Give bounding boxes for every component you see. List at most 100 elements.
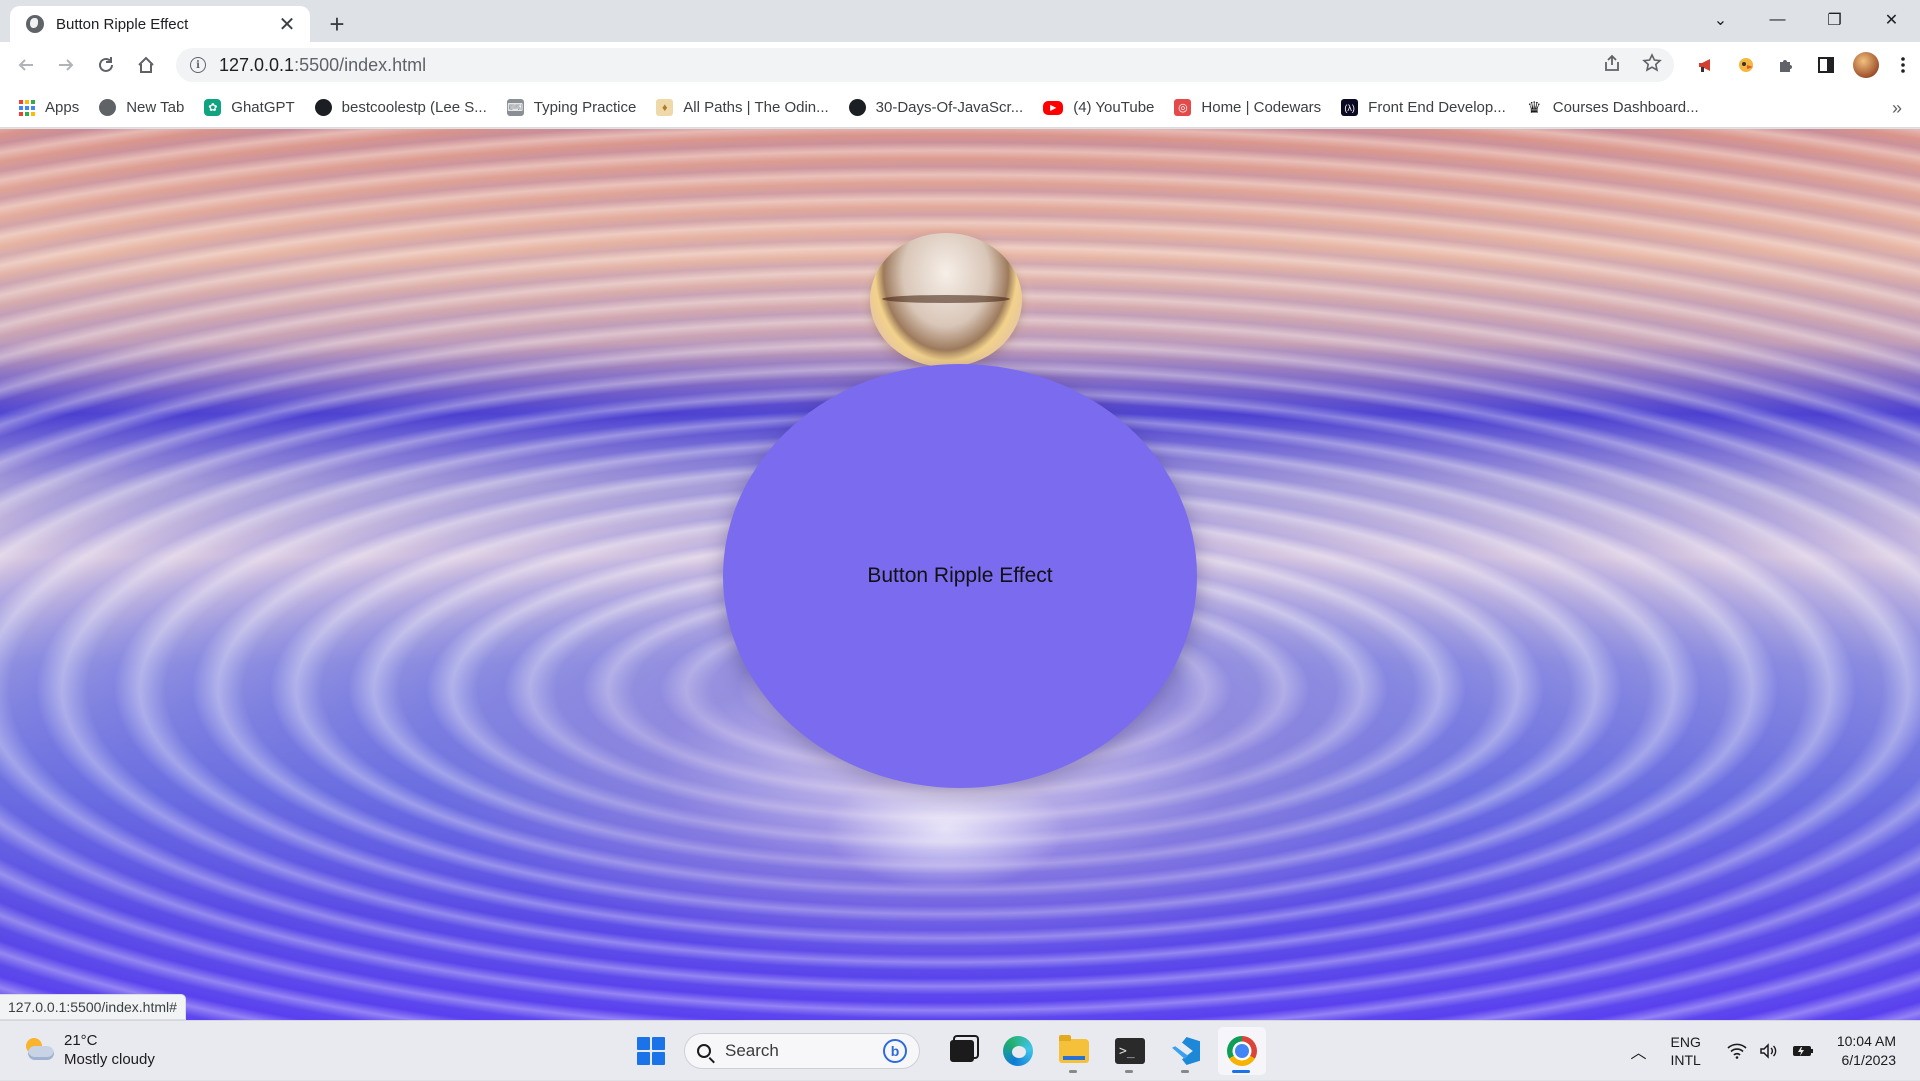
search-label: Search [725,1041,779,1060]
reload-icon [99,57,113,72]
bookmark-odin-project[interactable]: ♦ All Paths | The Odin... [656,99,829,116]
bookmark-30-days-js[interactable]: 30-Days-Of-JavaScr... [848,99,1024,116]
browser-tab[interactable]: Button Ripple Effect ✕ [10,6,310,42]
toucan-extension-icon[interactable] [1726,45,1766,85]
bookmark-new-tab[interactable]: New Tab [99,99,184,116]
bookmark-codewars[interactable]: ◎ Home | Codewars [1174,99,1321,116]
link-status-bubble: 127.0.0.1:5500/index.html# [0,994,186,1020]
youtube-icon: ▶ [1043,100,1064,115]
folder-icon [1059,1035,1089,1063]
bookmark-label: Courses Dashboard... [1552,99,1699,116]
bookmark-label: Home | Codewars [1201,99,1322,116]
address-bar-actions [1600,48,1664,82]
profile-avatar[interactable] [1846,45,1886,85]
partly-cloudy-icon [22,1037,54,1063]
bookmark-label: Front End Develop... [1368,99,1506,116]
back-arrow-icon [18,59,33,71]
reload-button[interactable] [86,45,126,85]
odin-icon: ♦ [656,99,674,116]
taskbar-apps: Search b >_ [628,1027,1270,1075]
url-path: :5500/index.html [294,54,427,75]
input-language-indicator[interactable]: ENG INTL [1671,1033,1701,1069]
task-view-button[interactable] [938,1027,986,1075]
bookmark-label: GhatGPT [231,99,295,116]
bookmark-chatgpt[interactable]: ✿ GhatGPT [204,99,295,116]
bookmarks-bar: Apps New Tab ✿ GhatGPT bestcoolestp (Lee… [0,88,1920,128]
taskbar-search[interactable]: Search b [684,1033,920,1069]
close-window-button[interactable]: ✕ [1863,0,1920,40]
show-hidden-icons-chevron-icon[interactable]: ︿ [1630,1039,1646,1063]
weather-temperature: 21°C [64,1032,98,1049]
page-viewport: Button Ripple Effect 127.0.0.1:5500/inde… [0,129,1920,1020]
bookmark-label: (4) YouTube [1073,99,1155,116]
url-text[interactable]: 127.0.0.1:5500/index.html [219,55,426,76]
bookmark-label: All Paths | The Odin... [683,99,829,116]
bookmark-star-icon[interactable] [1640,52,1664,78]
clock-date: 6/1/2023 [1841,1052,1897,1068]
search-icon [697,1044,711,1058]
keyboard-layout: INTL [1670,1052,1701,1068]
bing-icon[interactable]: b [883,1039,907,1063]
windows-taskbar: 21°C Mostly cloudy Search b >_ ︿ ENG INT… [0,1020,1920,1080]
tab-search-button[interactable]: ⌄ [1692,0,1749,40]
vscode-icon [1172,1037,1200,1065]
bookmark-apps[interactable]: Apps [18,99,79,116]
terminal-icon: >_ [1115,1038,1145,1064]
window-controls: ⌄ — ❐ ✕ [1692,0,1920,40]
github-icon [314,99,332,116]
bookmark-freecodecamp[interactable]: (λ) Front End Develop... [1341,99,1506,116]
wifi-icon [1727,1043,1747,1059]
codewars-icon: ◎ [1174,99,1192,116]
file-explorer-app[interactable] [1050,1027,1098,1075]
bookmark-label: Typing Practice [533,99,637,116]
home-button[interactable] [126,45,166,85]
language-code: ENG [1670,1034,1701,1050]
bookmark-label: New Tab [126,99,185,116]
vscode-app[interactable] [1162,1027,1210,1075]
chrome-app[interactable] [1218,1027,1266,1075]
clock-time: 10:04 AM [1836,1033,1896,1049]
restore-button[interactable]: ❐ [1806,0,1863,40]
start-button[interactable] [628,1028,674,1074]
ripple-effect-button[interactable]: Button Ripple Effect [723,364,1197,788]
extensions-puzzle-icon[interactable] [1766,45,1806,85]
megaphone-extension-icon[interactable] [1686,45,1726,85]
bookmark-github-profile[interactable]: bestcoolestp (Lee S... [314,99,487,116]
avatar [1853,52,1879,78]
close-tab-icon[interactable]: ✕ [276,13,298,36]
bookmark-courses-dashboard[interactable]: ♛ Courses Dashboard... [1526,99,1699,117]
bookmark-typing-practice[interactable]: ⌨ Typing Practice [506,99,637,116]
share-icon[interactable] [1600,54,1624,77]
volume-icon [1760,1043,1777,1059]
edge-icon [1003,1036,1033,1066]
site-info-icon[interactable]: i [190,57,206,73]
task-view-icon [950,1040,974,1062]
github-icon [848,99,866,116]
system-clock[interactable]: 10:04 AM 6/1/2023 [1837,1032,1896,1070]
weather-widget[interactable]: 21°C Mostly cloudy [22,1031,155,1069]
battery-charging-icon [1792,1046,1813,1056]
minimize-button[interactable]: — [1749,0,1806,40]
bookmarks-overflow-icon[interactable]: » [1892,98,1902,119]
browser-toolbar: i 127.0.0.1:5500/index.html [0,42,1920,88]
globe-icon [26,15,44,33]
new-tab-button[interactable]: + [322,9,352,39]
bookmark-youtube[interactable]: ▶ (4) YouTube [1043,99,1154,116]
address-bar[interactable]: i 127.0.0.1:5500/index.html [176,48,1674,82]
forward-button[interactable] [46,45,86,85]
terminal-app[interactable]: >_ [1106,1027,1154,1075]
weather-condition: Mostly cloudy [64,1051,155,1068]
system-tray: ︿ ENG INTL 10:04 AM 6/1/2023 [1630,1021,1920,1081]
bookmark-label: 30-Days-Of-JavaScr... [875,99,1024,116]
tab-strip: Button Ripple Effect ✕ + ⌄ — ❐ ✕ [0,0,1920,42]
extensions-area [1686,42,1920,88]
url-host: 127.0.0.1 [219,54,295,75]
chatgpt-icon: ✿ [204,99,222,116]
chrome-menu-icon[interactable] [1886,45,1920,85]
edge-app[interactable] [994,1027,1042,1075]
apps-grid-icon [18,99,35,116]
bookmark-label: bestcoolestp (Lee S... [341,99,487,116]
quick-settings[interactable] [1727,1043,1815,1059]
back-button[interactable] [6,45,46,85]
side-panel-icon[interactable] [1806,45,1846,85]
